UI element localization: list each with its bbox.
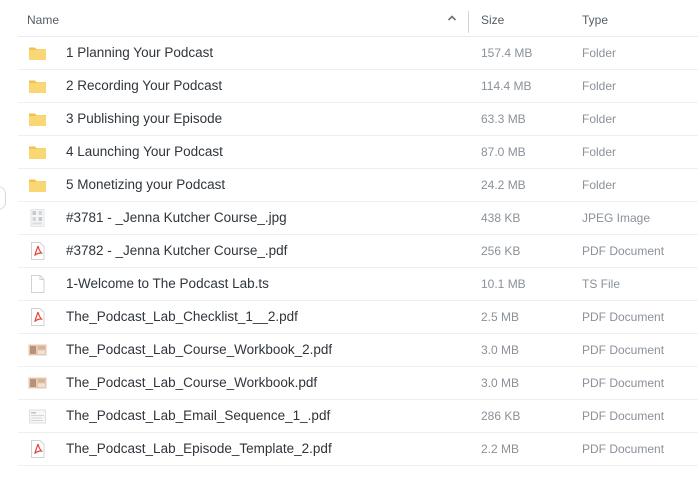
folder-row[interactable]: 4 Launching Your Podcast 87.0 MB Folder bbox=[18, 136, 698, 169]
file-name[interactable]: The_Podcast_Lab_Checklist_1__2.pdf bbox=[66, 309, 298, 324]
column-resize-handle[interactable] bbox=[468, 11, 469, 33]
file-row[interactable]: The_Podcast_Lab_Email_Sequence_1_.pdf 286… bbox=[18, 400, 698, 433]
generic-file-icon bbox=[28, 275, 47, 293]
file-size: 24.2 MB bbox=[481, 178, 526, 192]
file-type: TS File bbox=[582, 277, 621, 291]
collapse-panel-handle[interactable] bbox=[0, 186, 6, 210]
column-header-name[interactable]: Name bbox=[27, 13, 59, 27]
file-name[interactable]: 2 Recording Your Podcast bbox=[66, 78, 222, 93]
file-type: PDF Document bbox=[582, 343, 665, 357]
file-type: PDF Document bbox=[582, 244, 665, 258]
image-thumbnail-icon bbox=[28, 209, 47, 227]
file-size: 114.4 MB bbox=[481, 79, 532, 93]
file-size: 2.2 MB bbox=[481, 442, 520, 456]
file-name[interactable]: 4 Launching Your Podcast bbox=[66, 144, 223, 159]
file-type: PDF Document bbox=[582, 409, 665, 423]
file-name[interactable]: 5 Monetizing your Podcast bbox=[66, 177, 225, 192]
folder-icon bbox=[28, 44, 47, 62]
file-name[interactable]: The_Podcast_Lab_Episode_Template_2.pdf bbox=[66, 441, 332, 456]
file-name[interactable]: #3781 - _Jenna Kutcher Course_.jpg bbox=[66, 210, 287, 225]
file-name[interactable]: #3782 - _Jenna Kutcher Course_.pdf bbox=[66, 243, 287, 258]
file-row[interactable]: The_Podcast_Lab_Course_Workbook.pdf 3.0 M… bbox=[18, 367, 698, 400]
folder-row[interactable]: 1 Planning Your Podcast 157.4 MB Folder bbox=[18, 37, 698, 70]
file-row[interactable]: #3781 - _Jenna Kutcher Course_.jpg 438 KB… bbox=[18, 202, 698, 235]
folder-icon bbox=[28, 143, 47, 161]
file-size: 3.0 MB bbox=[481, 376, 520, 390]
file-row[interactable]: The_Podcast_Lab_Course_Workbook_2.pdf 3.0… bbox=[18, 334, 698, 367]
file-row[interactable]: The_Podcast_Lab_Episode_Template_2.pdf 2.… bbox=[18, 433, 698, 466]
sort-ascending-icon[interactable] bbox=[446, 12, 458, 24]
file-size: 63.3 MB bbox=[481, 112, 526, 126]
file-rows: 1 Planning Your Podcast 157.4 MB Folder 2 R… bbox=[18, 37, 698, 466]
file-type: Folder bbox=[582, 79, 617, 93]
file-type: PDF Document bbox=[582, 376, 665, 390]
file-type: JPEG Image bbox=[582, 211, 651, 225]
folder-icon bbox=[28, 176, 47, 194]
file-name[interactable]: 1 Planning Your Podcast bbox=[66, 45, 213, 60]
file-list: Name Size Type 1 Planning Your Podcast 15… bbox=[18, 4, 698, 466]
document-thumbnail-icon bbox=[28, 407, 47, 425]
file-name[interactable]: 1-Welcome to The Podcast Lab.ts bbox=[66, 276, 269, 291]
file-size: 438 KB bbox=[481, 211, 521, 225]
file-name[interactable]: The_Podcast_Lab_Email_Sequence_1_.pdf bbox=[66, 408, 330, 423]
folder-row[interactable]: 2 Recording Your Podcast 114.4 MB Folder bbox=[18, 70, 698, 103]
folder-icon bbox=[28, 110, 47, 128]
pdf-icon bbox=[28, 440, 47, 458]
file-size: 87.0 MB bbox=[481, 145, 526, 159]
folder-row[interactable]: 5 Monetizing your Podcast 24.2 MB Folder bbox=[18, 169, 698, 202]
file-name[interactable]: The_Podcast_Lab_Course_Workbook_2.pdf bbox=[66, 342, 332, 357]
column-header-type[interactable]: Type bbox=[582, 13, 608, 27]
folder-row[interactable]: 3 Publishing your Episode 63.3 MB Folder bbox=[18, 103, 698, 136]
file-size: 10.1 MB bbox=[481, 277, 526, 291]
file-type: PDF Document bbox=[582, 310, 665, 324]
column-header-size[interactable]: Size bbox=[481, 13, 504, 27]
file-type: Folder bbox=[582, 46, 617, 60]
file-size: 157.4 MB bbox=[481, 46, 533, 60]
file-name[interactable]: The_Podcast_Lab_Course_Workbook.pdf bbox=[66, 375, 317, 390]
pdf-icon bbox=[28, 308, 47, 326]
file-row[interactable]: #3782 - _Jenna Kutcher Course_.pdf 256 KB… bbox=[18, 235, 698, 268]
file-size: 286 KB bbox=[481, 409, 521, 423]
folder-icon bbox=[28, 77, 47, 95]
file-row[interactable]: The_Podcast_Lab_Checklist_1__2.pdf 2.5 MB… bbox=[18, 301, 698, 334]
file-type: Folder bbox=[582, 145, 617, 159]
file-type: Folder bbox=[582, 112, 617, 126]
workbook-thumbnail-icon bbox=[28, 374, 47, 392]
file-list-header: Name Size Type bbox=[18, 4, 698, 37]
file-size: 3.0 MB bbox=[481, 343, 520, 357]
file-type: Folder bbox=[582, 178, 617, 192]
file-type: PDF Document bbox=[582, 442, 665, 456]
file-name[interactable]: 3 Publishing your Episode bbox=[66, 111, 222, 126]
file-size: 2.5 MB bbox=[481, 310, 520, 324]
file-size: 256 KB bbox=[481, 244, 521, 258]
workbook-thumbnail-icon bbox=[28, 341, 47, 359]
file-row[interactable]: 1-Welcome to The Podcast Lab.ts 10.1 MB TS… bbox=[18, 268, 698, 301]
pdf-icon bbox=[28, 242, 47, 260]
